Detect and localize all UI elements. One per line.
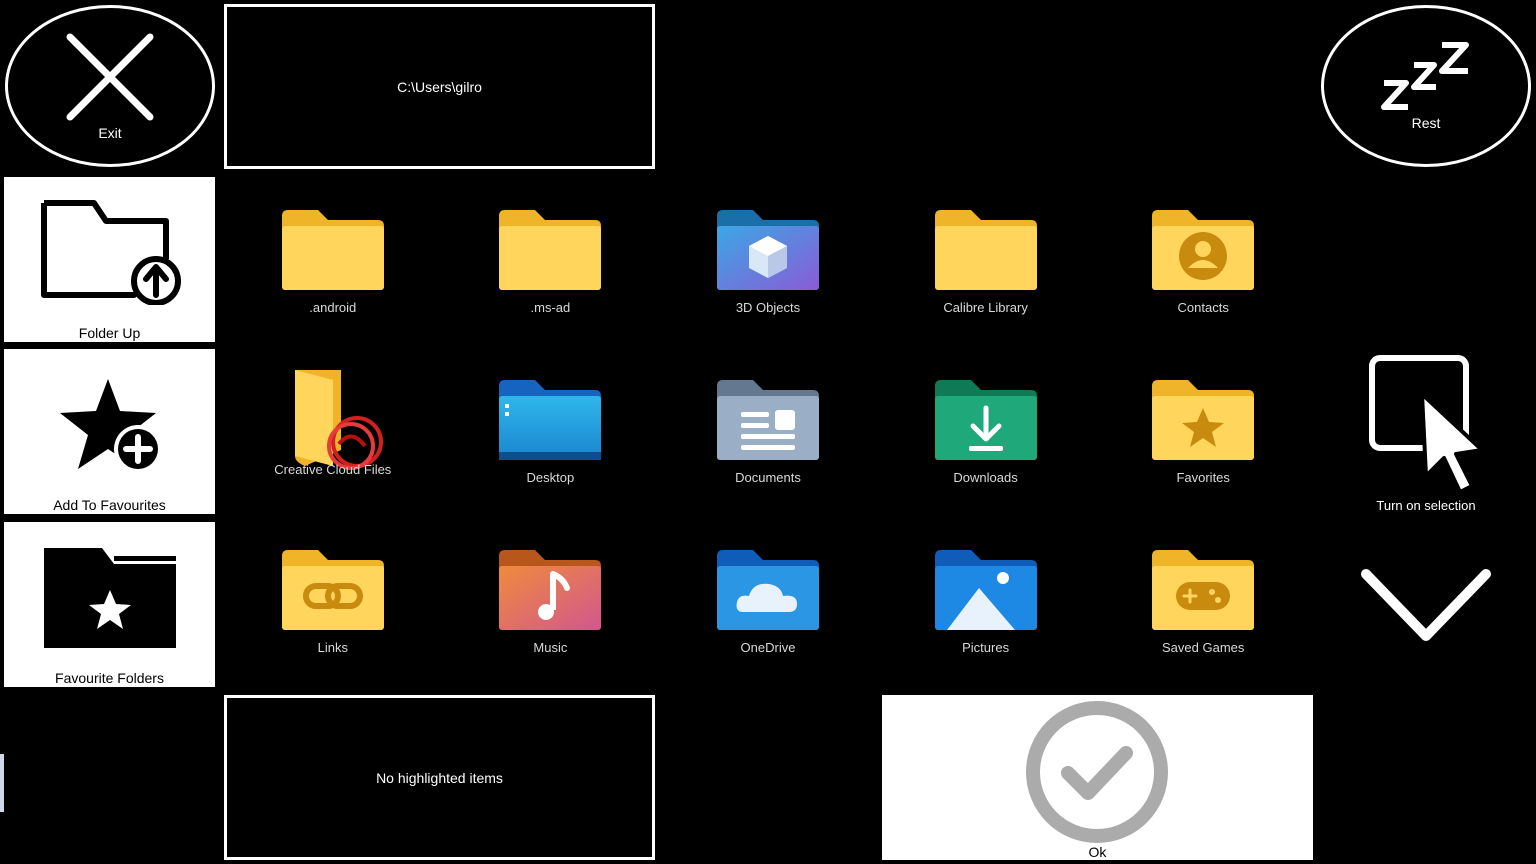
folder-item[interactable]: Favorites [1094,342,1312,512]
3d-objects-folder-icon [716,210,819,290]
folder-name: Links [317,640,348,655]
current-path-text: C:\Users\gilro [397,78,482,95]
folder-grid: .android .ms-ad 3D Objects Calibre Libra… [224,172,1312,682]
desktop-folder-icon [499,380,602,460]
links-folder-icon [281,550,384,630]
folder-item[interactable]: Downloads [877,342,1095,512]
favourite-folders-button[interactable]: Favourite Folders [4,522,215,687]
music-folder-icon [499,550,602,630]
folder-name: Documents [735,470,801,485]
folder-item[interactable]: Contacts [1094,172,1312,342]
rest-button[interactable]: Rest [1321,5,1531,167]
downloads-folder-icon [934,380,1037,460]
folder-name: Saved Games [1162,640,1245,655]
folder-name: Music [533,640,568,655]
add-to-favourites-button[interactable]: Add To Favourites [4,349,215,514]
favourite-folders-label: Favourite Folders [55,670,164,686]
rest-label: Rest [1411,115,1441,131]
edge-scroll-indicator [0,754,4,812]
saved-games-folder-icon [1152,550,1255,630]
folder-item[interactable]: Desktop [442,342,660,512]
highlight-status-text: No highlighted items [376,769,503,786]
scroll-down-button[interactable] [1356,560,1496,650]
folder-name: Pictures [962,640,1010,655]
contacts-folder-icon [1152,210,1255,290]
folder-name: 3D Objects [735,300,801,315]
onedrive-folder-icon [716,550,819,630]
folder-item[interactable]: .ms-ad [442,172,660,342]
folder-item[interactable]: Creative Cloud Files [224,342,442,512]
checkmark-circle-icon [1026,701,1168,843]
folder-item[interactable]: Documents [659,342,877,512]
folder-item[interactable]: OneDrive [659,512,877,682]
folder-icon [281,210,384,290]
exit-button[interactable]: Exit [5,5,215,167]
folder-item[interactable]: .android [224,172,442,342]
turn-on-selection-button[interactable]: Turn on selection [1356,352,1496,522]
turn-on-selection-label: Turn on selection [1376,498,1476,513]
star-add-icon [60,379,162,473]
chevron-down-icon [1361,569,1491,641]
folder-item[interactable]: Calibre Library [877,172,1095,342]
folder-item[interactable]: 3D Objects [659,172,877,342]
folder-icon [499,210,602,290]
folder-item[interactable]: Saved Games [1094,512,1312,682]
folder-item[interactable]: Music [442,512,660,682]
folder-icon [934,210,1037,290]
folder-name: Downloads [953,470,1018,485]
selection-cursor-icon [1369,355,1484,494]
documents-folder-icon [716,380,819,460]
add-to-favourites-label: Add To Favourites [53,497,166,513]
highlight-status-box: No highlighted items [224,695,655,860]
folder-name: OneDrive [740,640,796,655]
sleep-zzz-icon [1381,42,1469,110]
folder-name: Contacts [1177,300,1229,315]
favourite-folder-icon [44,548,176,648]
folder-name: Desktop [526,470,575,485]
folder-up-icon [41,200,181,305]
folder-name: Creative Cloud Files [274,462,392,477]
folder-item[interactable]: Links [224,512,442,682]
folder-item[interactable]: Pictures [877,512,1095,682]
ok-button[interactable]: Ok [882,695,1313,860]
folder-up-button[interactable]: Folder Up [4,177,215,342]
folder-name: .ms-ad [530,300,571,315]
pictures-folder-icon [934,550,1037,630]
ok-label: Ok [1088,844,1107,860]
current-path-display: C:\Users\gilro [224,4,655,169]
folder-name: Favorites [1176,470,1230,485]
favorites-folder-icon [1152,380,1255,460]
close-icon [66,33,154,121]
exit-label: Exit [98,125,122,141]
folder-up-label: Folder Up [78,325,141,341]
folder-name: Calibre Library [943,300,1028,315]
creative-cloud-folder-icon [294,370,383,470]
folder-name: .android [309,300,357,315]
